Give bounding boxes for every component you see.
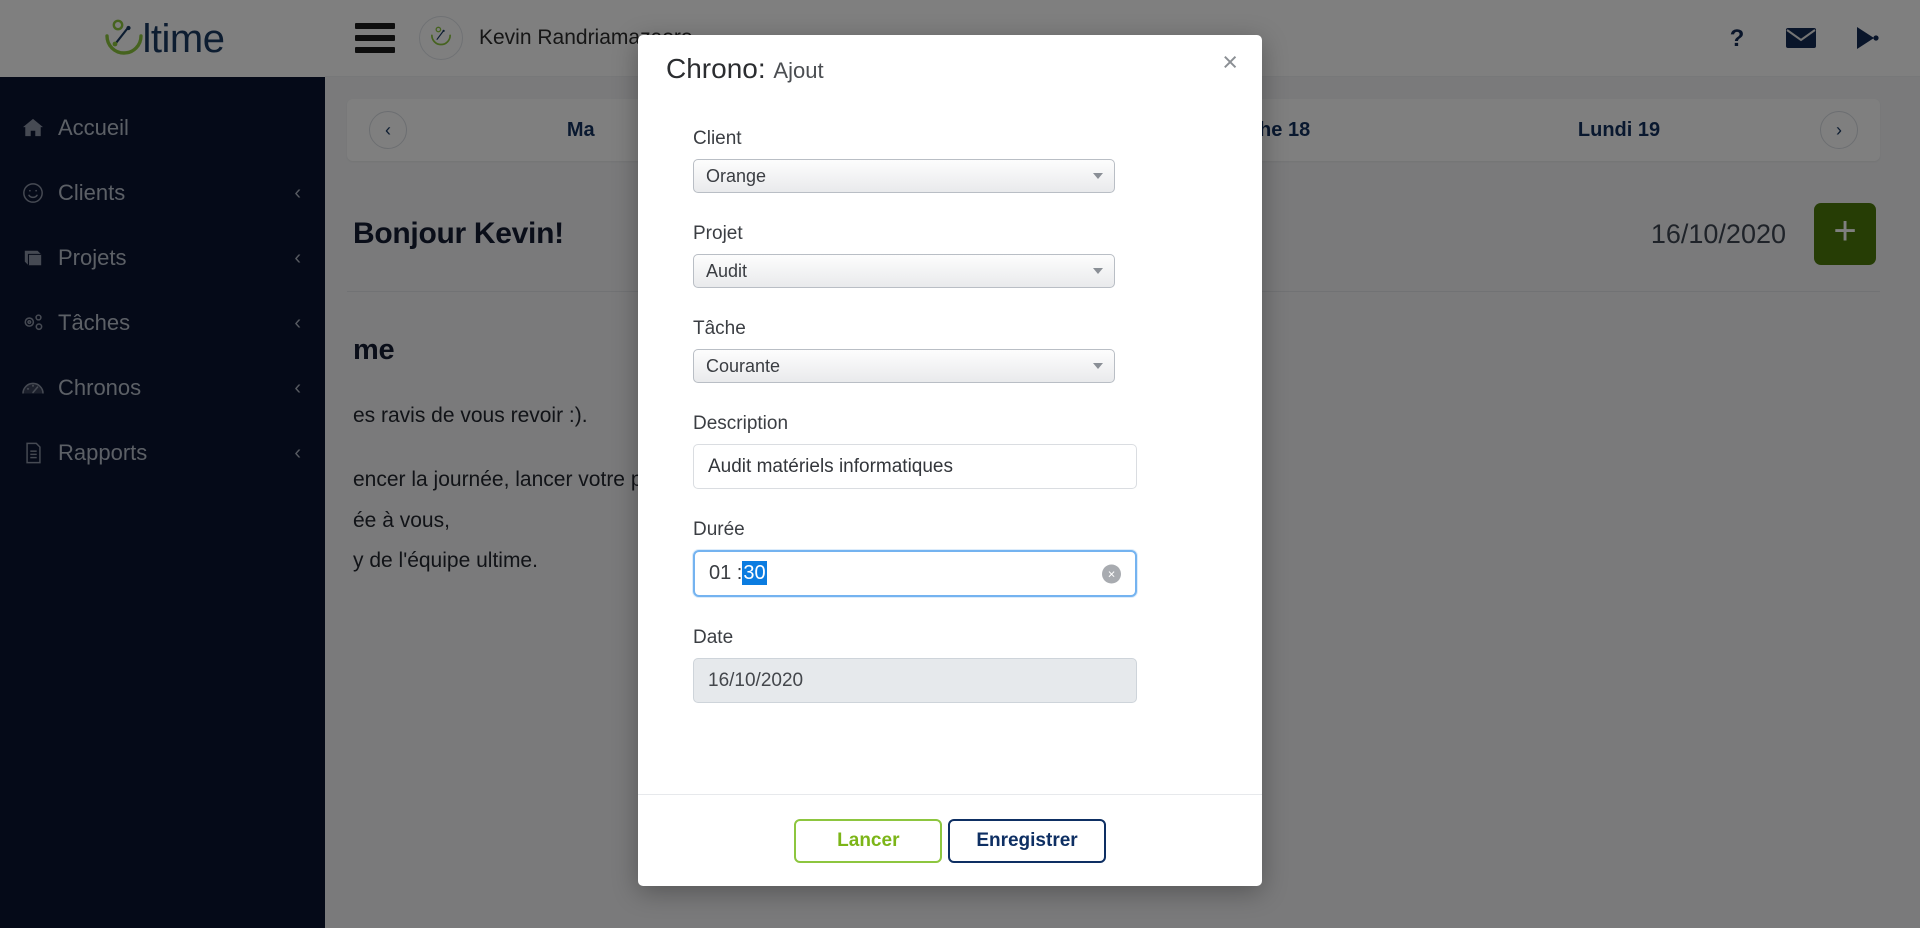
chevron-down-icon [1093,268,1103,274]
modal-title-light: Ajout [773,57,824,83]
duree-minutes-selected: 30 [742,561,767,585]
clear-icon[interactable]: × [1102,564,1121,583]
close-icon[interactable]: × [1222,49,1238,76]
duree-hours: 01 : [709,562,743,584]
field-tache: Tâche Courante [693,318,1207,383]
tache-select-value: Courante [706,355,781,376]
projet-select[interactable]: Audit [693,254,1115,288]
projet-select-value: Audit [706,260,748,281]
field-description: Description [693,413,1207,489]
chrono-modal: Chrono: Ajout × Client Orange Projet Aud… [638,35,1262,886]
chevron-down-icon [1093,173,1103,179]
field-duree: Durée 01 :30 × [693,519,1207,597]
client-select[interactable]: Orange [693,159,1115,193]
duree-input[interactable]: 01 :30 × [693,550,1137,597]
field-label: Projet [693,223,743,244]
field-date: Date 16/10/2020 [693,627,1207,703]
modal-body: Client Orange Projet Audit Tâche Courant… [638,102,1262,794]
modal-title-strong: Chrono: [666,52,766,84]
field-label: Date [693,627,734,648]
modal-footer: Lancer Enregistrer [638,794,1262,886]
enregistrer-button[interactable]: Enregistrer [948,818,1106,863]
lancer-button[interactable]: Lancer [794,818,943,863]
field-projet: Projet Audit [693,223,1207,288]
date-input[interactable]: 16/10/2020 [693,658,1137,703]
field-label: Durée [693,519,745,540]
description-input[interactable] [693,444,1137,489]
field-label: Tâche [693,318,746,339]
field-client: Client Orange [693,128,1207,193]
modal-title: Chrono: Ajout [666,53,824,85]
modal-header: Chrono: Ajout × [638,35,1262,102]
client-select-value: Orange [706,165,767,186]
tache-select[interactable]: Courante [693,349,1115,383]
field-label: Description [693,413,789,434]
chevron-down-icon [1093,363,1103,369]
duree-value: 01 :30 [709,561,767,585]
field-label: Client [693,128,742,149]
date-value: 16/10/2020 [708,669,804,691]
